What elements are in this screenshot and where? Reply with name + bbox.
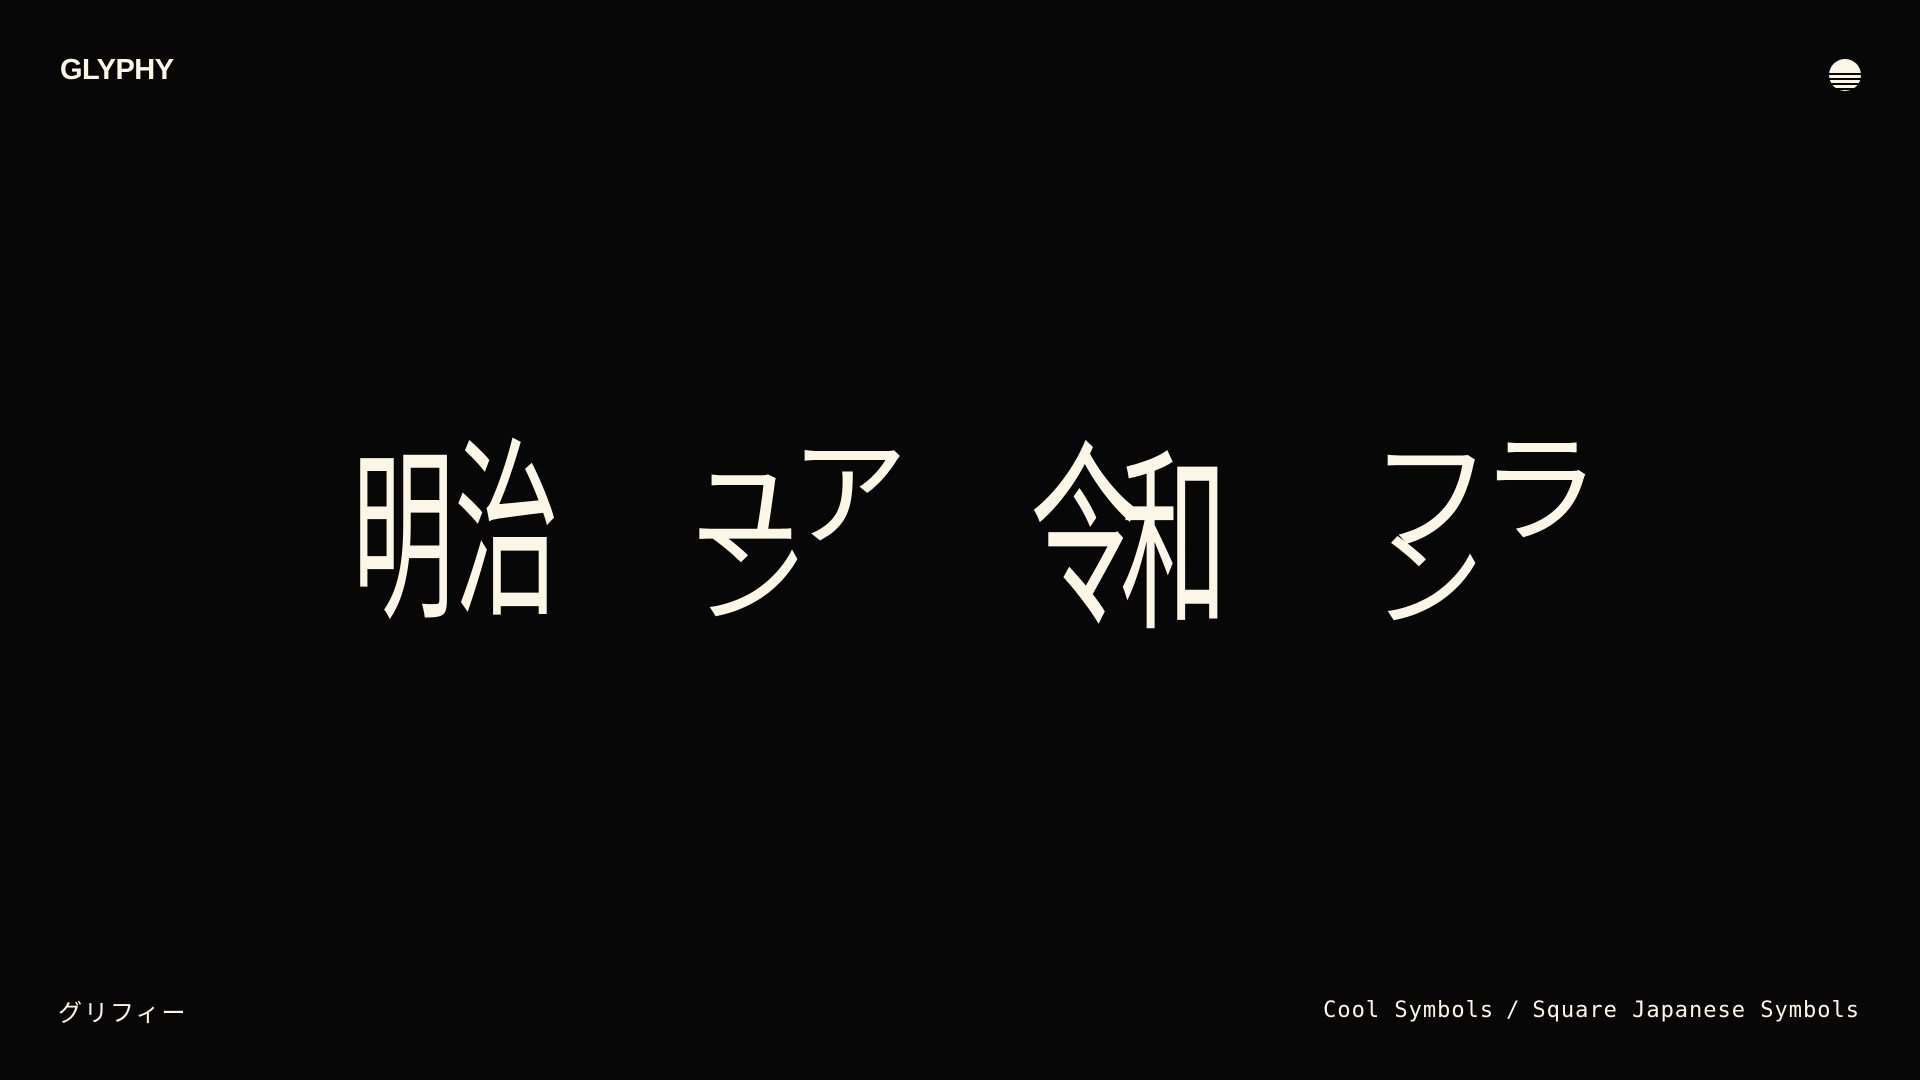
symbol-wa: 和	[1120, 432, 1228, 660]
symbol-n-1: ン	[694, 511, 806, 641]
symbol-a: ア	[790, 426, 909, 564]
breadcrumb-current-page: Square Japanese Symbols	[1532, 998, 1860, 1023]
breadcrumb-link-cool-symbols[interactable]: Cool Symbols	[1323, 998, 1494, 1023]
breadcrumb-separator: /	[1506, 998, 1521, 1023]
symbol-ra: ラ	[1480, 422, 1600, 561]
symbol-mei: 明	[352, 430, 455, 647]
breadcrumb: Cool Symbols / Square Japanese Symbols	[1323, 998, 1860, 1023]
square-japanese-symbols: 明 治 ュ ア ン 令 和 フ ラ ン	[0, 0, 1920, 1080]
japanese-site-name: グリフィー	[58, 999, 188, 1027]
symbol-n-2: ン	[1372, 515, 1484, 645]
symbol-ji: 治	[454, 422, 560, 645]
